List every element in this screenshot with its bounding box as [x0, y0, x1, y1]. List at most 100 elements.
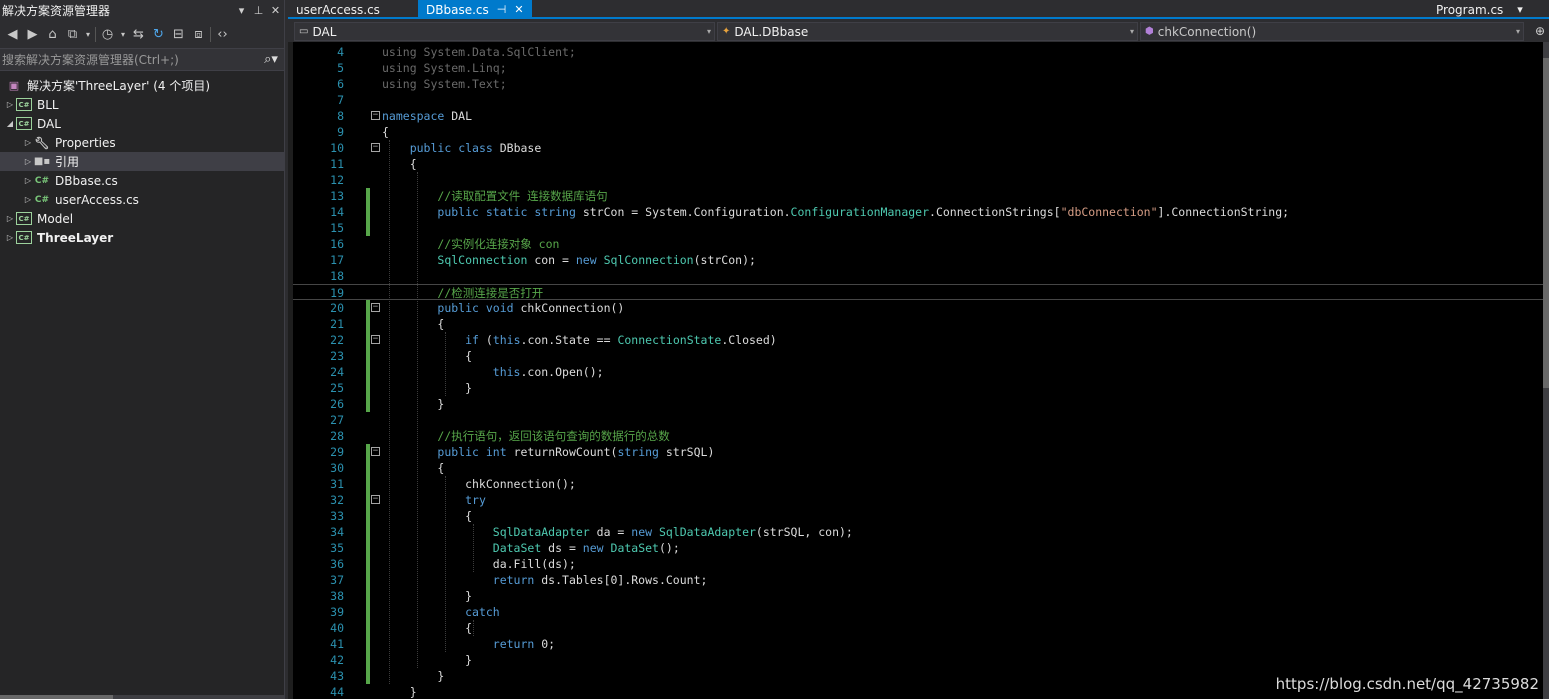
code-line[interactable]: 42 } — [293, 652, 1543, 668]
code-line[interactable]: 25 } — [293, 380, 1543, 396]
collapse-region-icon[interactable]: − — [371, 303, 380, 312]
refresh-icon[interactable]: ↻ — [150, 27, 167, 42]
code-editor[interactable]: 4 using System.Data.SqlClient; 5 using Syst… — [293, 42, 1543, 699]
tree-node-references[interactable]: ▷ ■▪ 引用 — [0, 152, 284, 171]
collapse-region-icon[interactable]: − — [371, 447, 380, 456]
code-line[interactable]: 16 //实例化连接对象 con — [293, 236, 1543, 252]
code-line[interactable]: 13 //读取配置文件 连接数据库语句 — [293, 188, 1543, 204]
code-line[interactable]: 28 //执行语句，返回该语句查询的数据行的总数 — [293, 428, 1543, 444]
solution-search-box[interactable]: ⌕▾ — [0, 48, 284, 71]
show-all-files-icon[interactable]: ⧈ — [190, 27, 207, 42]
pin-tab-icon[interactable]: ⊣ — [497, 3, 507, 16]
tree-node-solution[interactable]: ▣ 解决方案'ThreeLayer' (4 个项目) — [0, 76, 284, 95]
code-line[interactable]: 39 catch — [293, 604, 1543, 620]
change-marker — [366, 332, 370, 348]
dropdown-arrow-icon[interactable]: ▾ — [84, 30, 92, 39]
back-icon[interactable]: ◀ — [4, 27, 21, 42]
code-line[interactable]: 38 } — [293, 588, 1543, 604]
code-line[interactable]: 22 − if (this.con.State == ConnectionStat… — [293, 332, 1543, 348]
member-dropdown[interactable]: ⬢ chkConnection() ▾ — [1140, 22, 1524, 41]
close-icon[interactable]: ✕ — [267, 4, 284, 17]
code-line[interactable]: 24 this.con.Open(); — [293, 364, 1543, 380]
class-dropdown[interactable]: ✦ DAL.DBbase ▾ — [717, 22, 1138, 41]
code-line[interactable]: 29 − public int returnRowCount(string str… — [293, 444, 1543, 460]
line-number: 41 — [330, 637, 344, 651]
code-line[interactable]: 23 { — [293, 348, 1543, 364]
code-line[interactable]: 27 — [293, 412, 1543, 428]
window-position-dropdown-icon[interactable]: ▾ — [233, 4, 250, 17]
scrollbar-thumb[interactable] — [1543, 58, 1549, 388]
code-line[interactable]: 8 − namespace DAL — [293, 108, 1543, 124]
expand-arrow-icon[interactable]: ▷ — [22, 195, 34, 204]
tree-node-bll[interactable]: ▷ C# BLL — [0, 95, 284, 114]
close-tab-icon[interactable]: ✕ — [514, 3, 523, 16]
tab-useraccess-cs[interactable]: userAccess.cs — [288, 0, 418, 19]
code-line[interactable]: 31 chkConnection(); — [293, 476, 1543, 492]
code-line[interactable]: 41 return 0; — [293, 636, 1543, 652]
tab-dbbase-cs[interactable]: DBbase.cs ⊣ ✕ — [418, 0, 532, 19]
collapse-region-icon[interactable]: − — [371, 495, 380, 504]
current-code-line[interactable]: 19 //检测连接是否打开 — [293, 284, 1543, 300]
solution-search-input[interactable] — [2, 52, 258, 67]
code-line[interactable]: 40 { — [293, 620, 1543, 636]
code-line[interactable]: 11 { — [293, 156, 1543, 172]
expand-arrow-icon[interactable]: ▷ — [4, 214, 16, 223]
code-line[interactable]: 17 SqlConnection con = new SqlConnection… — [293, 252, 1543, 268]
tree-node-properties[interactable]: ▷ 🔧︎ Properties — [0, 133, 284, 152]
expand-arrow-icon[interactable]: ▷ — [22, 138, 34, 147]
view-code-icon[interactable]: ‹› — [214, 27, 231, 42]
code-line[interactable]: 20 − public void chkConnection() — [293, 300, 1543, 316]
expand-arrow-icon[interactable]: ▷ — [4, 233, 16, 242]
code-line[interactable]: 6 using System.Text; — [293, 76, 1543, 92]
tab-dropdown-icon[interactable]: ▾ — [1517, 3, 1523, 16]
scrollbar-thumb[interactable] — [0, 695, 113, 699]
code-text: SqlDataAdapter da = new SqlDataAdapter(s… — [492, 525, 853, 539]
code-line[interactable]: 35 DataSet ds = new DataSet(); — [293, 540, 1543, 556]
code-line[interactable]: 10 − public class DBbase — [293, 140, 1543, 156]
collapse-arrow-icon[interactable]: ◢ — [4, 119, 16, 128]
tab-program-cs[interactable]: Program.cs ▾ — [1428, 0, 1548, 19]
tree-node-threelayer[interactable]: ▷ C# ThreeLayer — [0, 228, 284, 247]
search-icon[interactable]: ⌕▾ — [258, 52, 284, 67]
code-line[interactable]: 4 using System.Data.SqlClient; — [293, 44, 1543, 60]
expand-arrow-icon[interactable]: ▷ — [22, 157, 34, 166]
code-line[interactable]: 26 } — [293, 396, 1543, 412]
collapse-all-icon[interactable]: ⊟ — [170, 27, 187, 42]
csharp-project-icon: C# — [16, 98, 32, 111]
forward-icon[interactable]: ▶ — [24, 27, 41, 42]
code-line[interactable]: 33 { — [293, 508, 1543, 524]
code-line[interactable]: 37 return ds.Tables[0].Rows.Count; — [293, 572, 1543, 588]
project-dropdown[interactable]: ▭ DAL ▾ — [294, 22, 715, 41]
dropdown-arrow-icon[interactable]: ▾ — [119, 30, 127, 39]
collapse-region-icon[interactable]: − — [371, 143, 380, 152]
expand-arrow-icon[interactable]: ▷ — [22, 176, 34, 185]
split-window-icon[interactable]: ⊕ — [1535, 24, 1545, 38]
home-icon[interactable]: ⌂ — [44, 27, 61, 42]
code-line[interactable]: 14 public static string strCon = System.… — [293, 204, 1543, 220]
sync-active-document-icon[interactable]: ⇆ — [130, 27, 147, 42]
tree-node-model[interactable]: ▷ C# Model — [0, 209, 284, 228]
code-line[interactable]: 34 SqlDataAdapter da = new SqlDataAdapte… — [293, 524, 1543, 540]
code-line[interactable]: 12 — [293, 172, 1543, 188]
code-line[interactable]: 30 { — [293, 460, 1543, 476]
tree-node-dbbase-cs[interactable]: ▷ C# DBbase.cs — [0, 171, 284, 190]
collapse-region-icon[interactable]: − — [371, 111, 380, 120]
editor-vertical-scrollbar[interactable] — [1543, 42, 1549, 699]
pin-icon[interactable]: ⊥ — [250, 4, 267, 17]
code-line[interactable]: 18 — [293, 268, 1543, 284]
tree-node-useraccess-cs[interactable]: ▷ C# userAccess.cs — [0, 190, 284, 209]
code-line[interactable]: 32 − try — [293, 492, 1543, 508]
pending-changes-filter-icon[interactable]: ◷ — [99, 27, 116, 42]
code-line[interactable]: 5 using System.Linq; — [293, 60, 1543, 76]
code-line[interactable]: 21 { — [293, 316, 1543, 332]
solution-horizontal-scrollbar[interactable] — [0, 695, 284, 699]
expand-arrow-icon[interactable]: ▷ — [4, 100, 16, 109]
collapse-region-icon[interactable]: − — [371, 335, 380, 344]
code-line[interactable]: 36 da.Fill(ds); — [293, 556, 1543, 572]
code-line[interactable]: 7 — [293, 92, 1543, 108]
code-line[interactable]: 15 — [293, 220, 1543, 236]
code-line[interactable]: 9{ — [293, 124, 1543, 140]
switch-views-icon[interactable]: ⧉ — [64, 27, 81, 42]
tree-node-dal[interactable]: ◢ C# DAL — [0, 114, 284, 133]
csharp-project-icon: C# — [16, 117, 32, 130]
